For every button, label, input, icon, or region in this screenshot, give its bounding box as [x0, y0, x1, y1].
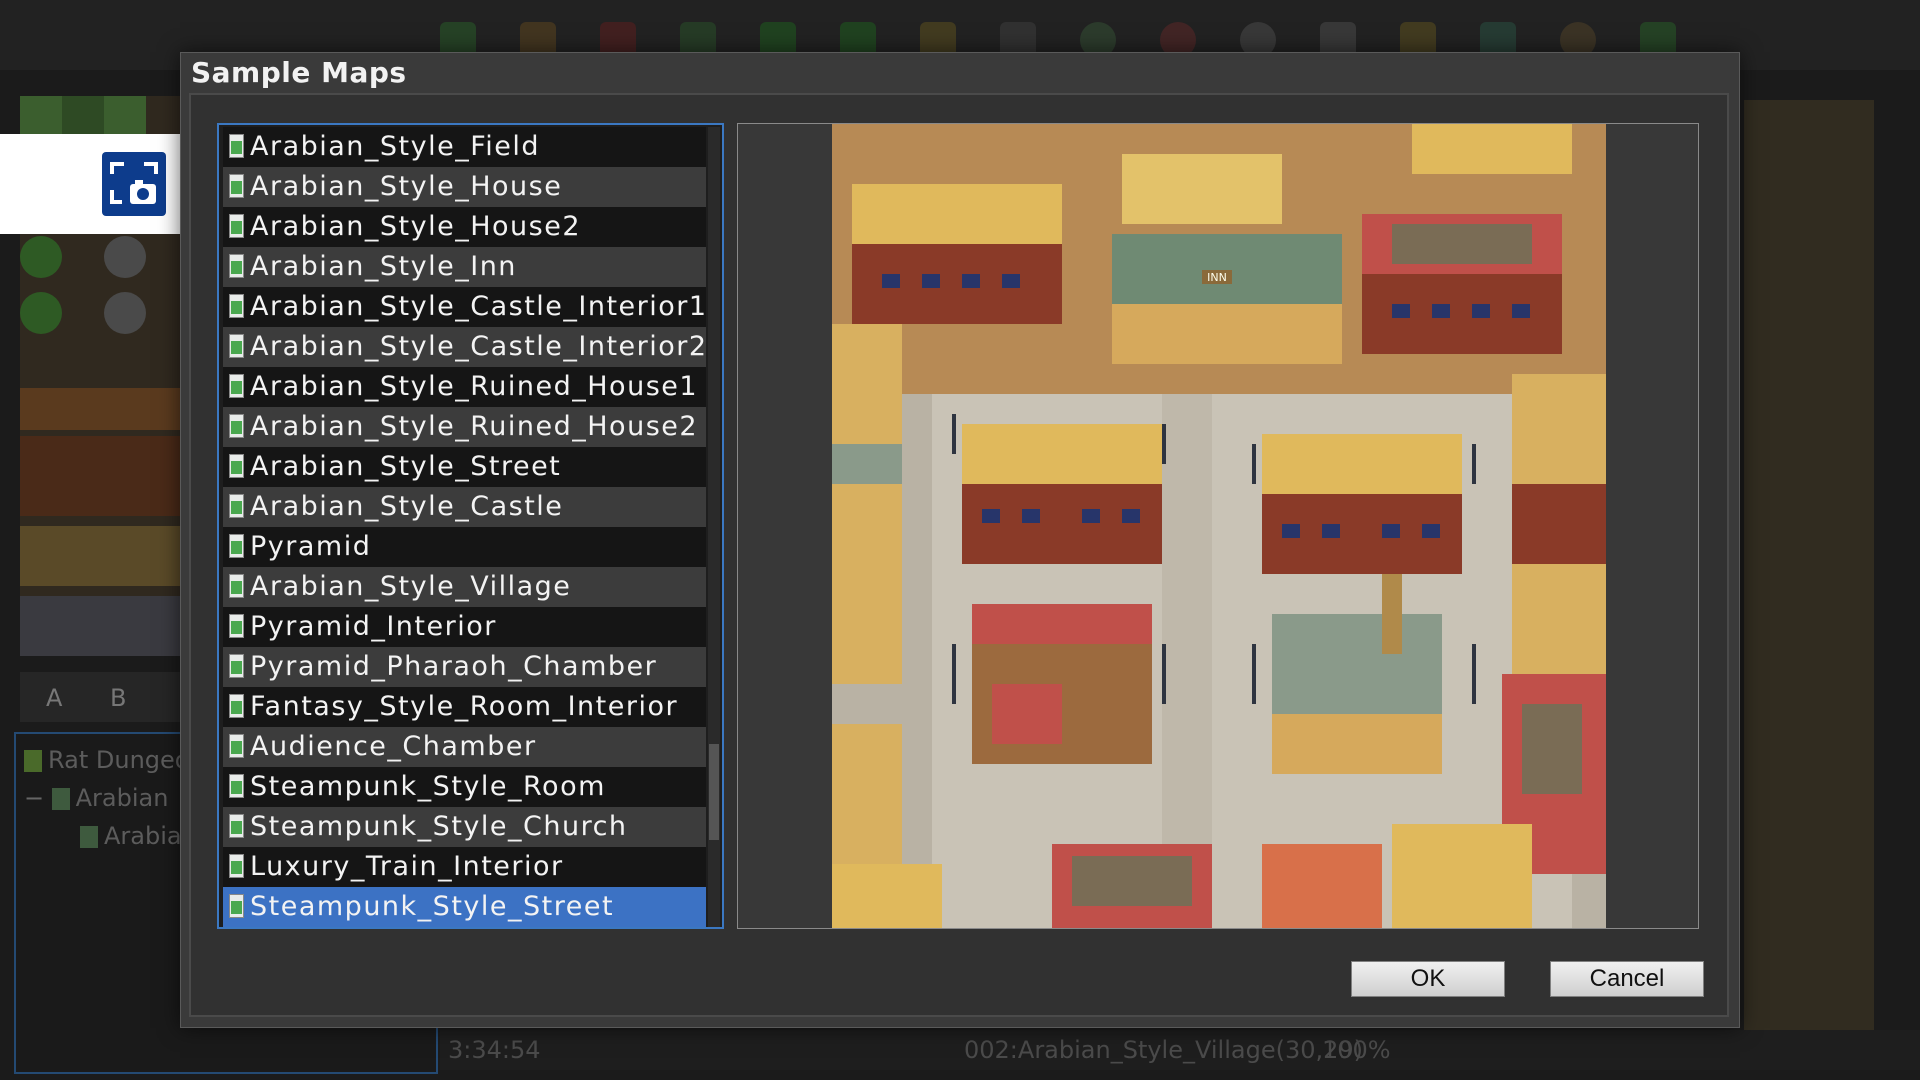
status-map: 002:Arabian_Style_Village(30,29) — [964, 1036, 1364, 1064]
ok-button[interactable]: OK — [1351, 961, 1505, 997]
screenshot-capture-button[interactable] — [102, 152, 166, 216]
list-item-label: Arabian_Style_Inn — [250, 251, 517, 282]
list-item-label: Arabian_Style_Ruined_House1 — [250, 371, 699, 402]
map-icon — [229, 694, 244, 718]
list-item-label: Arabian_Style_Ruined_House2 — [250, 411, 699, 442]
map-icon — [229, 134, 244, 158]
map-icon — [229, 654, 244, 678]
map-icon — [229, 254, 244, 278]
list-item[interactable]: Steampunk_Style_Church — [223, 807, 706, 847]
list-item-label: Steampunk_Style_Room — [250, 771, 606, 802]
map-icon — [229, 814, 244, 838]
map-icon — [229, 374, 244, 398]
inn-sign: INN — [1207, 271, 1227, 284]
list-item-label: Audience_Chamber — [250, 731, 537, 762]
map-icon — [229, 854, 244, 878]
list-item[interactable]: Arabian_Style_Ruined_House2 — [223, 407, 706, 447]
list-item-label: Steampunk_Style_Street — [250, 891, 615, 922]
list-item[interactable]: Arabian_Style_Castle_Interior1 — [223, 287, 706, 327]
list-item-label: Steampunk_Style_Church — [250, 811, 628, 842]
list-item-label: Fantasy_Style_Room_Interior — [250, 691, 679, 722]
list-item[interactable]: Steampunk_Style_Street — [223, 887, 706, 927]
list-item-label: Pyramid — [250, 531, 372, 562]
tree-item-label: Arabia — [104, 822, 182, 850]
map-icon — [229, 214, 244, 238]
status-time: 3:34:54 — [448, 1036, 541, 1064]
list-item-label: Arabian_Style_Field — [250, 131, 541, 162]
tab-b[interactable]: B — [110, 684, 126, 712]
list-item[interactable]: Arabian_Style_Castle_Interior2 — [223, 327, 706, 367]
tree-item-label: Arabian — [75, 784, 169, 812]
map-icon — [229, 334, 244, 358]
map-icon — [229, 614, 244, 638]
list-item[interactable]: Arabian_Style_Field — [223, 127, 706, 167]
map-preview-image: INN — [832, 124, 1606, 928]
tree-item-label: Rat Dungeo — [48, 746, 190, 774]
tab-a[interactable]: A — [46, 684, 62, 712]
map-icon — [80, 826, 98, 848]
map-icon — [229, 734, 244, 758]
map-icon — [229, 294, 244, 318]
map-icon — [229, 574, 244, 598]
dialog-title: Sample Maps — [191, 56, 407, 89]
map-icon — [229, 174, 244, 198]
map-preview-panel: INN — [737, 123, 1699, 929]
status-zoom: 100% — [1322, 1036, 1391, 1064]
list-item[interactable]: Pyramid_Pharaoh_Chamber — [223, 647, 706, 687]
list-item-label: Arabian_Style_Castle_Interior1 — [250, 291, 708, 322]
collapse-icon[interactable]: − — [24, 780, 44, 816]
map-icon — [229, 534, 244, 558]
list-item-label: Pyramid_Interior — [250, 611, 497, 642]
map-icon — [229, 894, 244, 918]
list-scrollbar[interactable] — [708, 127, 720, 927]
list-item-label: Arabian_Style_Street — [250, 451, 562, 482]
list-item[interactable]: Arabian_Style_Street — [223, 447, 706, 487]
list-item[interactable]: Arabian_Style_Village — [223, 567, 706, 607]
tileset-tabs: A B — [20, 672, 188, 722]
list-item[interactable]: Steampunk_Style_Room — [223, 767, 706, 807]
list-item-label: Luxury_Train_Interior — [250, 851, 564, 882]
sample-maps-dialog: Sample Maps Steampunk_Style_Street Luxury… — [180, 52, 1740, 1028]
list-item[interactable]: Arabian_Style_Inn — [223, 247, 706, 287]
list-item-label: Arabian_Style_Castle — [250, 491, 564, 522]
list-item-label: Arabian_Style_House — [250, 171, 563, 202]
list-item[interactable]: Pyramid_Interior — [223, 607, 706, 647]
map-icon — [229, 494, 244, 518]
list-item[interactable]: Fantasy_Style_Room_Interior — [223, 687, 706, 727]
list-item[interactable]: Arabian_Style_House — [223, 167, 706, 207]
list-item[interactable]: Pyramid — [223, 527, 706, 567]
list-item-label: Pyramid_Pharaoh_Chamber — [250, 651, 658, 682]
cancel-button[interactable]: Cancel — [1550, 961, 1704, 997]
status-bar: 3:34:54 002:Arabian_Style_Village(30,29)… — [440, 1030, 1920, 1070]
map-icon — [229, 774, 244, 798]
list-item[interactable]: Luxury_Train_Interior — [223, 847, 706, 887]
sample-map-list[interactable]: Steampunk_Style_Street Luxury_Train_Inter… — [217, 123, 724, 929]
map-icon — [51, 788, 70, 810]
list-item-label: Arabian_Style_Castle_Interior2 — [250, 331, 708, 362]
map-canvas[interactable] — [1744, 100, 1874, 1030]
list-item-label: Arabian_Style_House2 — [250, 211, 582, 242]
screen-capture-icon — [110, 162, 158, 204]
list-item-label: Arabian_Style_Village — [250, 571, 572, 602]
map-icon — [229, 454, 244, 478]
project-icon — [24, 750, 42, 772]
map-icon — [229, 414, 244, 438]
list-item[interactable]: Arabian_Style_Ruined_House1 — [223, 367, 706, 407]
list-item[interactable]: Arabian_Style_Castle — [223, 487, 706, 527]
list-item[interactable]: Arabian_Style_House2 — [223, 207, 706, 247]
list-scrollbar-thumb[interactable] — [709, 744, 719, 840]
list-item[interactable]: Audience_Chamber — [223, 727, 706, 767]
